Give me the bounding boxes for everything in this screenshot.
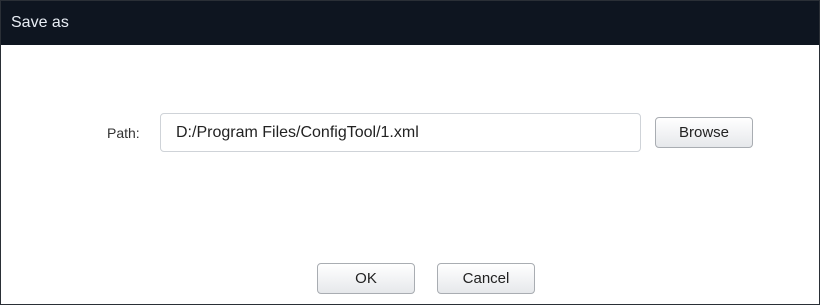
dialog-title: Save as bbox=[11, 14, 69, 31]
ok-button[interactable]: OK bbox=[317, 263, 415, 294]
path-input[interactable] bbox=[160, 113, 641, 152]
cancel-button[interactable]: Cancel bbox=[437, 263, 535, 294]
path-label: Path: bbox=[107, 125, 140, 141]
save-as-dialog: Save as Path: Browse OK Cancel bbox=[0, 0, 820, 305]
dialog-title-bar[interactable]: Save as bbox=[1, 1, 819, 45]
browse-button[interactable]: Browse bbox=[655, 117, 753, 148]
